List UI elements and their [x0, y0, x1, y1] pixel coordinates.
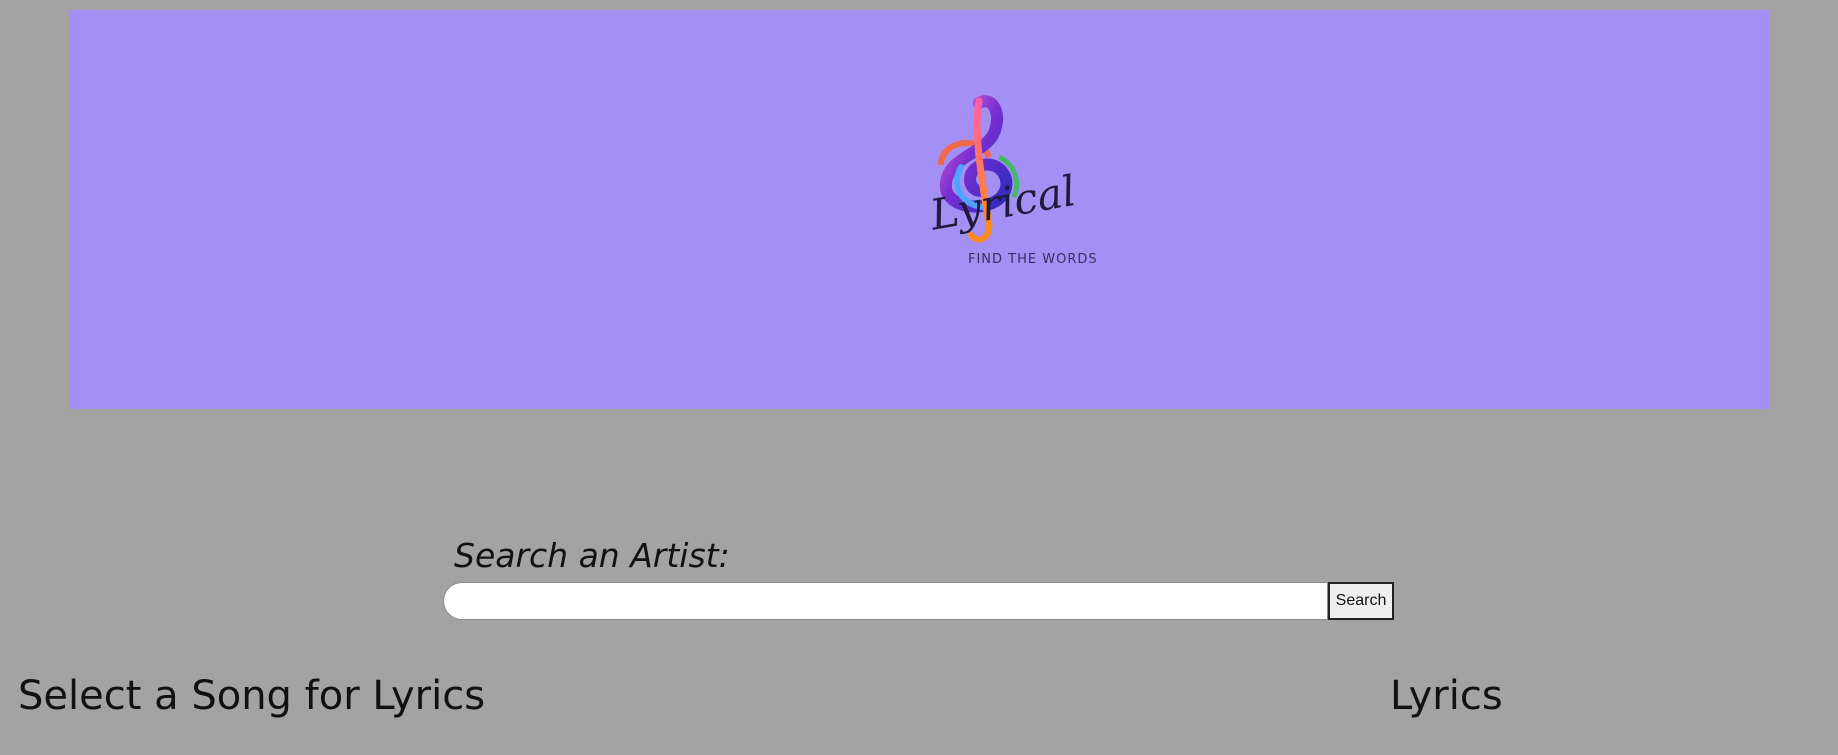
- logo-tagline: FIND THE WORDS: [968, 252, 1098, 267]
- lyrical-logo: Lyrical FIND THE WORDS: [921, 95, 1121, 295]
- artist-search-input[interactable]: [443, 582, 1328, 620]
- lyrics-section-heading: Lyrics: [1390, 673, 1503, 719]
- songs-section-heading: Select a Song for Lyrics: [18, 673, 486, 719]
- header-banner: Lyrical FIND THE WORDS: [69, 10, 1769, 409]
- search-button[interactable]: Search: [1328, 582, 1394, 620]
- search-label: Search an Artist:: [454, 536, 730, 575]
